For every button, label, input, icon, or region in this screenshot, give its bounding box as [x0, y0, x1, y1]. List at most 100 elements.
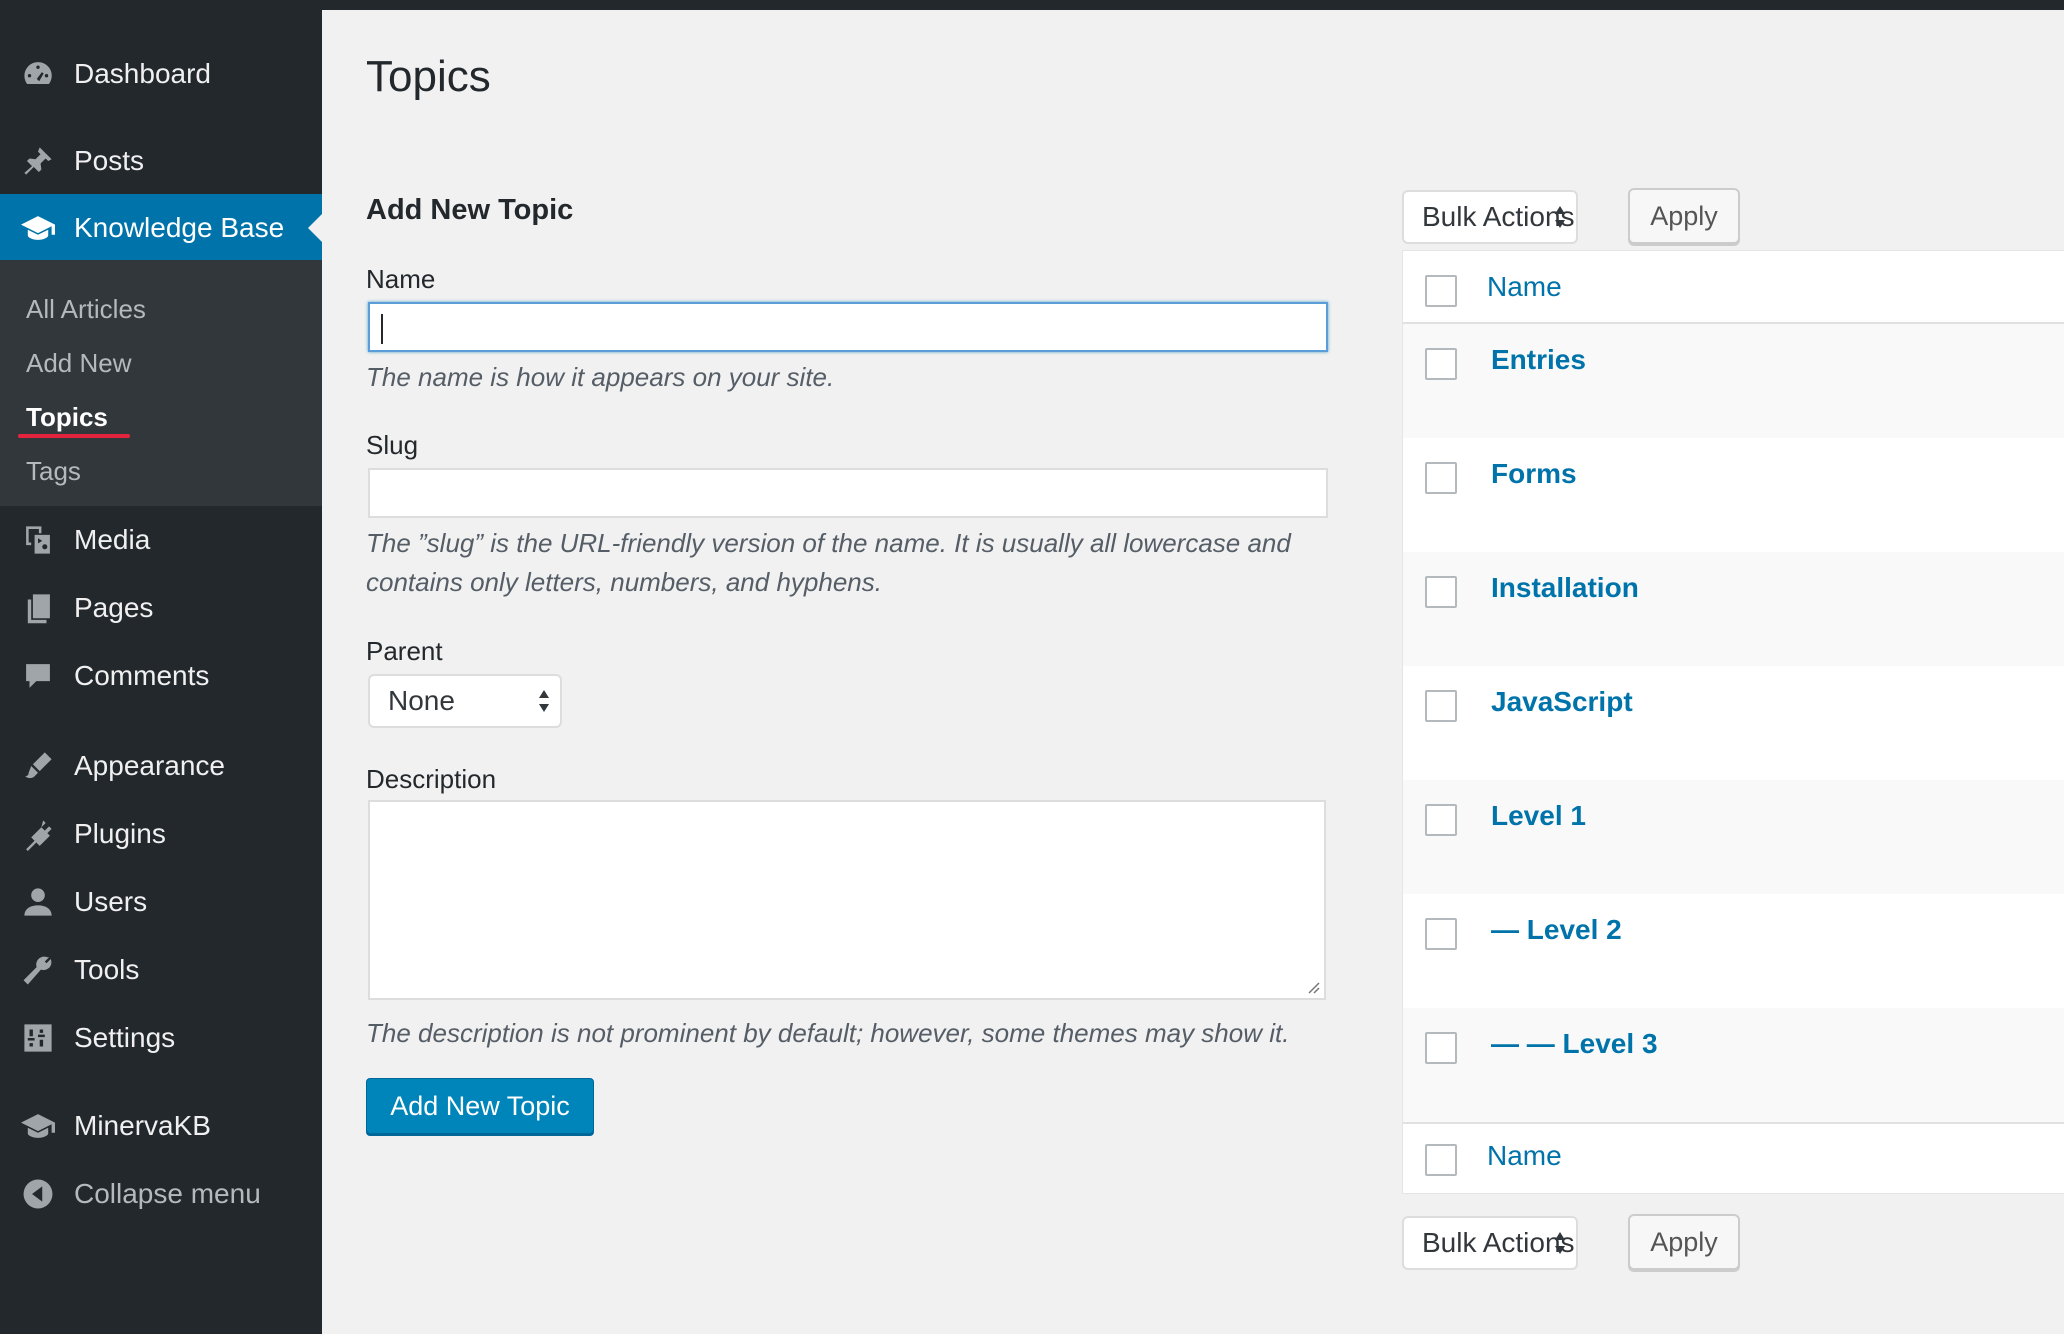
pages-icon — [20, 590, 56, 626]
table-footer-row: Name — [1403, 1124, 2064, 1194]
row-checkbox[interactable] — [1425, 1032, 1457, 1064]
collapse-menu-button[interactable]: Collapse menu — [0, 1160, 322, 1228]
menu-item-knowledge-base[interactable]: Knowledge Base — [0, 194, 322, 262]
table-row: — — Level 3 — [1403, 1008, 2064, 1122]
submenu-item-tags[interactable]: Tags — [26, 456, 81, 487]
slug-hint-line-2: contains only letters, numbers, and hyph… — [366, 567, 882, 597]
table-row: Entries — [1403, 324, 2064, 438]
menu-label: Collapse menu — [74, 1178, 261, 1209]
bulk-actions-select-bottom[interactable]: Bulk Actions — [1402, 1216, 1578, 1270]
admin-sidebar: Dashboard Posts Knowledge Base All Artic… — [0, 10, 322, 1334]
table-header-row: Name — [1403, 251, 2064, 323]
bulk-actions-select-top[interactable]: Bulk Actions — [1402, 190, 1578, 244]
parent-label: Parent — [366, 636, 443, 666]
description-label: Description — [366, 764, 497, 794]
menu-item-plugins[interactable]: Plugins — [0, 800, 322, 868]
menu-item-users[interactable]: Users — [0, 868, 322, 936]
menu-label: Posts — [74, 145, 145, 176]
menu-label: Plugins — [74, 818, 166, 849]
row-checkbox[interactable] — [1425, 576, 1457, 608]
submenu-item-topics[interactable]: Topics — [26, 402, 108, 433]
table-row: Level 1 — [1403, 780, 2064, 894]
select-arrows-icon — [539, 690, 549, 712]
menu-label: Comments — [74, 660, 210, 691]
row-checkbox[interactable] — [1425, 918, 1457, 950]
row-checkbox[interactable] — [1425, 804, 1457, 836]
menu-item-pages[interactable]: Pages — [0, 574, 322, 642]
comment-icon — [20, 658, 56, 694]
select-arrows-icon — [1555, 206, 1565, 228]
name-hint: The name is how it appears on your site. — [366, 362, 835, 392]
parent-selected-value: None — [388, 685, 455, 716]
row-checkbox[interactable] — [1425, 462, 1457, 494]
term-link[interactable]: — Level 2 — [1491, 914, 1622, 946]
menu-item-comments[interactable]: Comments — [0, 642, 322, 710]
menu-item-media[interactable]: Media — [0, 506, 322, 574]
menu-item-posts[interactable]: Posts — [0, 127, 322, 195]
menu-item-tools[interactable]: Tools — [0, 936, 322, 1004]
term-link[interactable]: Entries — [1491, 344, 1586, 376]
menu-item-appearance[interactable]: Appearance — [0, 732, 322, 800]
apply-button-top[interactable]: Apply — [1628, 188, 1740, 244]
name-label: Name — [366, 264, 436, 294]
graduation-cap-icon — [20, 1108, 56, 1144]
apply-button-bottom[interactable]: Apply — [1628, 1214, 1740, 1270]
brush-icon — [20, 748, 56, 784]
menu-item-minervakb[interactable]: MinervaKB — [0, 1092, 322, 1160]
slug-hint-line-1: The ”slug” is the URL-friendly version o… — [366, 528, 1291, 558]
add-new-topic-button[interactable]: Add New Topic — [366, 1078, 594, 1134]
menu-label: Dashboard — [74, 58, 211, 89]
pin-icon — [20, 143, 56, 179]
menu-label: Settings — [74, 1022, 176, 1053]
row-checkbox[interactable] — [1425, 348, 1457, 380]
add-new-topic-heading: Add New Topic — [366, 194, 574, 226]
term-link[interactable]: Level 1 — [1491, 800, 1586, 832]
term-link[interactable]: Forms — [1491, 458, 1577, 490]
parent-select[interactable]: None — [368, 674, 562, 728]
menu-label: MinervaKB — [74, 1110, 211, 1141]
wrench-icon — [20, 952, 56, 988]
name-input[interactable] — [368, 302, 1328, 352]
menu-item-dashboard[interactable]: Dashboard — [0, 40, 322, 108]
topics-highlight-underline — [18, 434, 130, 438]
table-row: JavaScript — [1403, 666, 2064, 780]
resize-grip-icon[interactable] — [1306, 980, 1320, 994]
menu-label: Media — [74, 524, 151, 555]
menu-label: Appearance — [74, 750, 226, 781]
table-row: Forms — [1403, 438, 2064, 552]
select-arrows-icon — [1555, 1232, 1565, 1254]
slug-input[interactable] — [368, 468, 1328, 518]
menu-label: Knowledge Base — [74, 212, 285, 243]
settings-icon — [20, 1020, 56, 1056]
select-all-checkbox-footer[interactable] — [1425, 1144, 1457, 1176]
page-title: Topics — [366, 52, 491, 101]
text-caret — [381, 314, 383, 344]
menu-item-settings[interactable]: Settings — [0, 1004, 322, 1072]
description-textarea[interactable] — [368, 800, 1326, 1000]
name-column-header[interactable]: Name — [1487, 271, 1562, 303]
menu-label: Users — [74, 886, 148, 917]
select-all-checkbox[interactable] — [1425, 275, 1457, 307]
graduation-cap-icon — [20, 210, 56, 246]
table-row: Installation — [1403, 552, 2064, 666]
term-link[interactable]: JavaScript — [1491, 686, 1633, 718]
table-row: — Level 2 — [1403, 894, 2064, 1008]
name-column-footer[interactable]: Name — [1487, 1140, 1562, 1172]
topics-table: Name Entries Forms Installation JavaScri… — [1402, 250, 2064, 1194]
menu-label: Pages — [74, 592, 154, 623]
active-indicator — [308, 214, 322, 242]
submenu-item-add-new[interactable]: Add New — [26, 348, 132, 379]
slug-label: Slug — [366, 430, 419, 460]
dashboard-icon — [20, 56, 56, 92]
plugin-icon — [20, 816, 56, 852]
collapse-icon — [20, 1176, 56, 1212]
submenu-item-all-articles[interactable]: All Articles — [26, 294, 146, 325]
knowledge-base-submenu: All Articles Add New Topics Tags — [0, 260, 322, 506]
term-link[interactable]: — — Level 3 — [1491, 1028, 1658, 1060]
user-icon — [20, 884, 56, 920]
row-checkbox[interactable] — [1425, 690, 1457, 722]
admin-bar — [0, 0, 2064, 10]
media-icon — [20, 522, 56, 558]
term-link[interactable]: Installation — [1491, 572, 1639, 604]
menu-label: Tools — [74, 954, 140, 985]
